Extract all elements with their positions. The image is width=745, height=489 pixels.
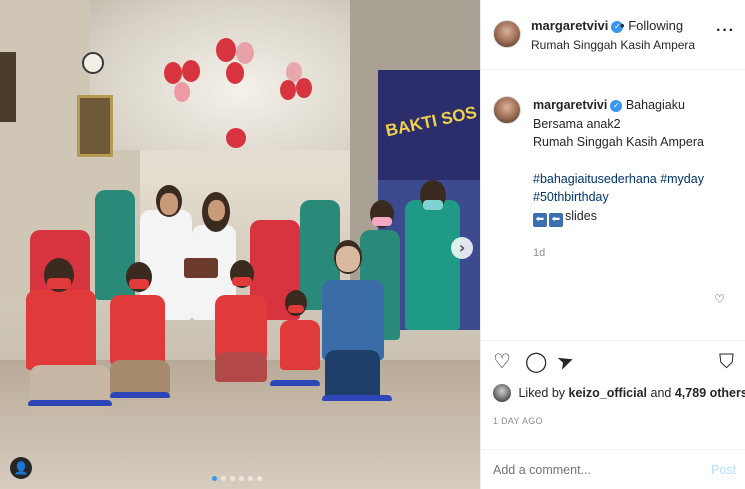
- face-shield: [336, 246, 360, 272]
- post-date: 1 DAY AGO: [493, 416, 543, 426]
- post-header: margaretvivi ✓ • Following Rumah Singgah …: [481, 0, 745, 70]
- balloon: [226, 128, 246, 148]
- save-bookmark-icon[interactable]: ⛉: [719, 349, 734, 373]
- caption-avatar[interactable]: [493, 96, 521, 124]
- balloon: [164, 62, 182, 84]
- like-heart-icon[interactable]: ♡: [493, 349, 511, 373]
- face-mask: [423, 200, 443, 210]
- person: [215, 295, 267, 360]
- likes-count[interactable]: 4,789 others: [675, 386, 745, 400]
- face-mask: [129, 279, 149, 289]
- face-mask: [288, 305, 304, 313]
- user-tag-icon[interactable]: 👤: [10, 457, 32, 479]
- liker-avatar[interactable]: [493, 384, 511, 402]
- carousel-dot: [257, 476, 262, 481]
- balloon: [236, 42, 254, 64]
- comment-bubble-icon[interactable]: ◯: [525, 349, 547, 373]
- carousel-dot: [221, 476, 226, 481]
- chair: [270, 380, 320, 386]
- wall-picture: [77, 95, 113, 157]
- person: [26, 290, 96, 370]
- carousel-dot: [248, 476, 253, 481]
- post-photo[interactable]: BAKTI SOS › 👤: [0, 0, 480, 489]
- person: [280, 320, 320, 370]
- comment-input[interactable]: [493, 463, 693, 477]
- more-options-icon[interactable]: ···: [716, 22, 735, 40]
- person: [405, 200, 460, 330]
- face: [160, 193, 178, 215]
- skirt: [215, 352, 267, 382]
- balloon: [174, 82, 190, 102]
- caption-first-line: Bahagiaku: [625, 98, 685, 112]
- caption-line: Rumah Singgah Kasih Ampera: [533, 135, 704, 149]
- balloon: [280, 80, 296, 100]
- carousel-dot: [212, 476, 217, 481]
- caption-username[interactable]: margaretvivi: [533, 98, 607, 112]
- comment-bar: Post: [481, 449, 745, 489]
- caption-time: 1d: [533, 247, 546, 259]
- caption-line: Bersama anak2: [533, 116, 621, 131]
- wall-clock: [82, 52, 104, 74]
- hashtag-line[interactable]: #bahagiaitusederhana #myday: [533, 170, 733, 189]
- avatar[interactable]: [493, 20, 521, 48]
- left-arrow-icon: ⬅: [549, 212, 563, 227]
- balloon: [216, 38, 236, 62]
- post-caption: margaretvivi ✓ Bahagiaku Bersama anak2 Ru…: [533, 96, 733, 227]
- slides-text: slides: [565, 208, 597, 223]
- hashtag-line[interactable]: #50thbirthday: [533, 188, 733, 207]
- chair: [322, 395, 392, 401]
- birthday-cake: [184, 258, 218, 278]
- balloon: [182, 60, 200, 82]
- following-status[interactable]: • Following: [620, 18, 683, 33]
- next-slide-button[interactable]: ›: [451, 237, 473, 259]
- post-side-panel: margaretvivi ✓ • Following Rumah Singgah …: [480, 0, 745, 489]
- action-bar: ♡ ◯ ➤ ⛉: [481, 340, 745, 380]
- header-username[interactable]: margaretvivi ✓: [531, 18, 624, 33]
- carousel-dot: [230, 476, 235, 481]
- chair: [28, 400, 112, 406]
- person: [110, 295, 165, 365]
- wall-frame-left: [0, 52, 16, 122]
- shorts: [110, 360, 170, 395]
- balloon: [296, 78, 312, 98]
- likes-summary: Liked by keizo_official and 4,789 others: [493, 384, 745, 402]
- pants: [325, 350, 380, 400]
- balloon: [226, 62, 244, 84]
- carousel-dot: [239, 476, 244, 481]
- face-mask: [232, 277, 252, 286]
- chair: [110, 392, 170, 398]
- post-comment-button[interactable]: Post: [711, 463, 736, 477]
- verified-badge-icon: ✓: [610, 100, 623, 112]
- person: [322, 280, 384, 360]
- share-paper-plane-icon[interactable]: ➤: [553, 347, 577, 375]
- carousel-indicator: [212, 476, 262, 481]
- location-link[interactable]: Rumah Singgah Kasih Ampera: [531, 38, 695, 52]
- face: [208, 200, 225, 221]
- liker-username[interactable]: keizo_official: [569, 386, 648, 400]
- caption-like-heart-icon[interactable]: ♡: [714, 292, 725, 306]
- face-mask: [372, 217, 392, 226]
- face-mask: [47, 278, 71, 289]
- left-arrow-icon: ⬅: [533, 212, 547, 227]
